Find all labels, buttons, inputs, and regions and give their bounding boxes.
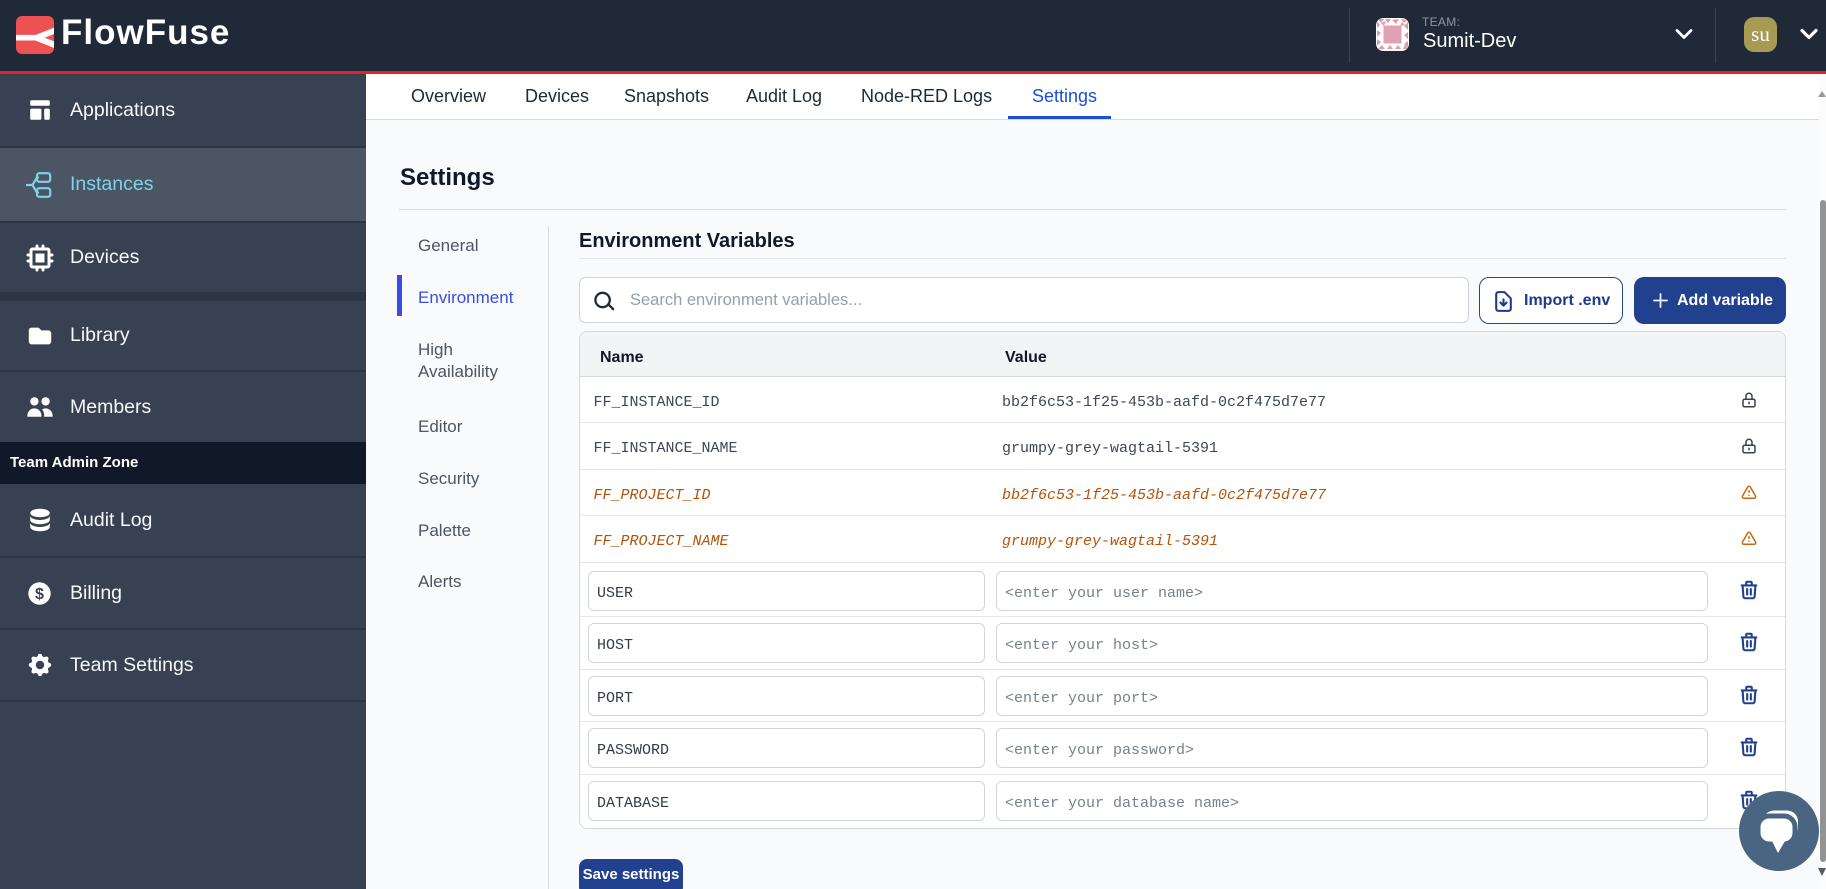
svg-text:$: $ <box>35 586 44 603</box>
